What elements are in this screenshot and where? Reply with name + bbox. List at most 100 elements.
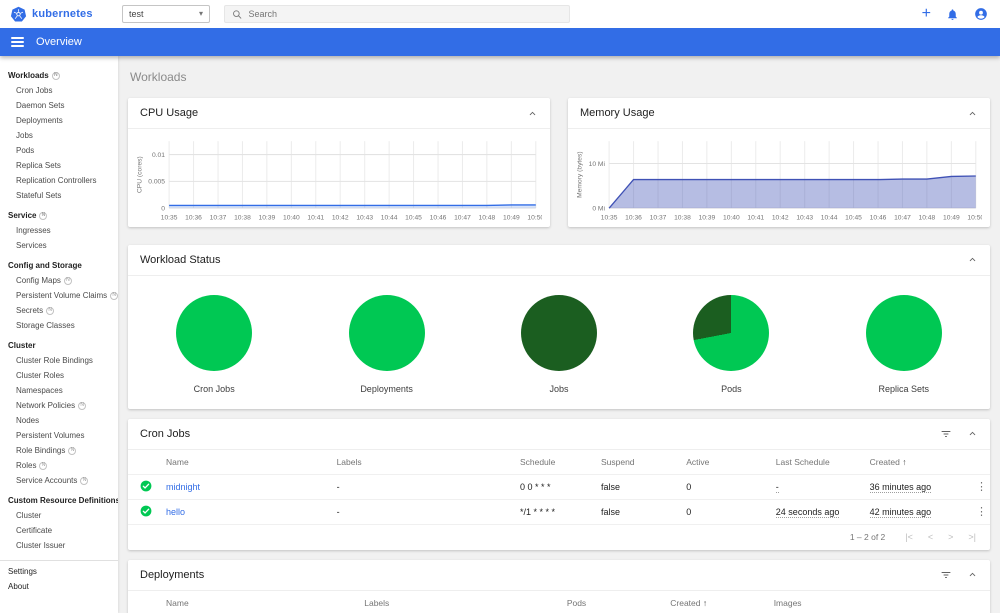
workload-status-pie-cron-jobs: Cron Jobs (176, 294, 253, 394)
sidebar-group-custom-resource-definitions[interactable]: Custom Resource Definitions (0, 493, 118, 508)
sidebar-item-cluster[interactable]: Cluster (0, 508, 118, 523)
sidebar-item-secrets[interactable]: Secrets N (0, 303, 118, 318)
cronjob-row[interactable]: midnight -0 0 * * * false 0-36 minutes ago ⋮ (128, 473, 990, 500)
sidebar-group-service[interactable]: Service N (0, 208, 118, 223)
card-header: CPU Usage (128, 98, 550, 129)
status-ok-icon (140, 480, 152, 491)
svg-text:CPU (cores): CPU (cores) (136, 156, 143, 193)
column-created[interactable]: Created ↑ (862, 450, 964, 475)
column-schedule[interactable]: Schedule (512, 450, 593, 475)
account-icon[interactable] (974, 7, 988, 21)
column-suspend[interactable]: Suspend (593, 450, 678, 475)
sidebar-item-label: Roles (16, 461, 37, 470)
sidebar-item-label: Replica Sets (16, 161, 61, 170)
search-box[interactable] (224, 5, 570, 23)
sidebar-item-cron-jobs[interactable]: Cron Jobs (0, 83, 118, 98)
svg-text:10:45: 10:45 (845, 214, 862, 221)
column-pods[interactable]: Pods (559, 591, 662, 613)
cronjob-row[interactable]: hello - */1 * * * * false 0 24 seconds ago 42 … (128, 498, 990, 524)
create-resource-icon[interactable]: + (922, 6, 931, 22)
menu-icon[interactable] (11, 37, 24, 47)
kubernetes-brand[interactable]: kubernetes (10, 6, 122, 23)
sidebar-item-roles[interactable]: Roles N (0, 458, 118, 473)
sidebar-item-cluster-roles[interactable]: Cluster Roles (0, 368, 118, 383)
sidebar-item-stateful-sets[interactable]: Stateful Sets (0, 188, 118, 203)
sidebar-group-label: Workloads (8, 71, 49, 80)
sidebar-item-services[interactable]: Services (0, 238, 118, 253)
collapse-icon[interactable] (967, 569, 978, 580)
sidebar-item-daemon-sets[interactable]: Daemon Sets (0, 98, 118, 113)
sidebar-item-ingresses[interactable]: Ingresses (0, 223, 118, 238)
column-labels[interactable]: Labels (356, 591, 559, 613)
sidebar-item-service-accounts[interactable]: Service Accounts N (0, 473, 118, 488)
svg-text:10:39: 10:39 (698, 214, 715, 221)
sidebar-item-certificate[interactable]: Certificate (0, 523, 118, 538)
sidebar-nav: Workloads N Cron Jobs Daemon Sets Deployment… (0, 56, 118, 613)
sidebar-item-persistent-volume-claims[interactable]: Persistent Volume Claims N (0, 288, 118, 303)
svg-text:10:47: 10:47 (894, 214, 911, 221)
cronjob-name-link[interactable]: hello (166, 507, 185, 517)
sidebar-item-role-bindings[interactable]: Role Bindings N (0, 443, 118, 458)
collapse-icon[interactable] (967, 254, 978, 265)
sidebar-item-settings[interactable]: Settings (0, 564, 118, 579)
search-input[interactable] (248, 9, 562, 19)
column-name[interactable]: Name (158, 591, 356, 613)
row-menu-icon[interactable]: ⋮ (972, 481, 990, 493)
filter-list-icon[interactable] (940, 428, 952, 440)
sidebar-item-cluster-issuer[interactable]: Cluster Issuer (0, 538, 118, 553)
pie-chart[interactable] (693, 294, 770, 371)
cell-text: - (328, 498, 512, 524)
sidebar-item-network-policies[interactable]: Network Policies N (0, 398, 118, 413)
collapse-icon[interactable] (967, 108, 978, 119)
column-labels[interactable]: Labels (329, 450, 512, 475)
card-header: Deployments (128, 560, 990, 591)
svg-text:10:50: 10:50 (967, 214, 982, 221)
pie-chart[interactable] (865, 294, 942, 371)
card-header: Workload Status (128, 245, 990, 276)
column-images[interactable]: Images (766, 591, 964, 613)
pie-chart[interactable] (176, 294, 253, 371)
sidebar-item-cluster-role-bindings[interactable]: Cluster Role Bindings (0, 353, 118, 368)
sidebar-item-config-maps[interactable]: Config Maps N (0, 273, 118, 288)
column-name[interactable]: Name (158, 450, 329, 475)
sidebar-group-config-and-storage[interactable]: Config and Storage (0, 258, 118, 273)
sidebar-item-label: Services (16, 241, 47, 250)
column-created[interactable]: Created ↑ (662, 591, 765, 613)
sidebar-item-nodes[interactable]: Nodes (0, 413, 118, 428)
sidebar-item-namespaces[interactable]: Namespaces (0, 383, 118, 398)
namespaced-badge: N (39, 461, 48, 470)
sidebar-item-label: Settings (8, 567, 37, 576)
notifications-icon[interactable] (946, 8, 959, 21)
sidebar-group-cluster[interactable]: Cluster (0, 338, 118, 353)
row-menu-icon[interactable]: ⋮ (972, 506, 990, 518)
pie-label: Pods (721, 383, 742, 394)
filter-list-icon[interactable] (940, 569, 952, 581)
sidebar-item-persistent-volumes[interactable]: Persistent Volumes (0, 428, 118, 443)
column-last-schedule[interactable]: Last Schedule (768, 450, 862, 475)
table-header-row: Name Labels Pods Created ↑ Images (128, 591, 990, 613)
last-page-icon[interactable]: >| (968, 532, 976, 542)
namespace-selector[interactable]: test ▾ (122, 5, 210, 23)
cell-text: false (592, 473, 679, 500)
sidebar-item-about[interactable]: About (0, 579, 118, 594)
kubernetes-dashboard: kubernetes test ▾ + Overview W (0, 0, 1000, 613)
prev-page-icon[interactable]: < (928, 532, 933, 542)
cell-time: 42 minutes ago (861, 498, 964, 524)
sidebar-item-jobs[interactable]: Jobs (0, 128, 118, 143)
pie-chart[interactable] (520, 294, 597, 371)
collapse-icon[interactable] (527, 108, 538, 119)
pie-chart[interactable] (348, 294, 425, 371)
sidebar-item-replica-sets[interactable]: Replica Sets (0, 158, 118, 173)
sidebar-item-deployments[interactable]: Deployments (0, 113, 118, 128)
sidebar-group-workloads[interactable]: Workloads N (0, 68, 118, 83)
sidebar-item-replication-controllers[interactable]: Replication Controllers (0, 173, 118, 188)
svg-text:10:42: 10:42 (772, 214, 789, 221)
first-page-icon[interactable]: |< (905, 532, 913, 542)
next-page-icon[interactable]: > (948, 532, 953, 542)
sidebar-item-storage-classes[interactable]: Storage Classes (0, 318, 118, 333)
column-active[interactable]: Active (678, 450, 768, 475)
sidebar-item-pods[interactable]: Pods (0, 143, 118, 158)
collapse-icon[interactable] (967, 428, 978, 439)
svg-text:10:38: 10:38 (674, 214, 691, 221)
cronjob-name-link[interactable]: midnight (166, 482, 200, 492)
